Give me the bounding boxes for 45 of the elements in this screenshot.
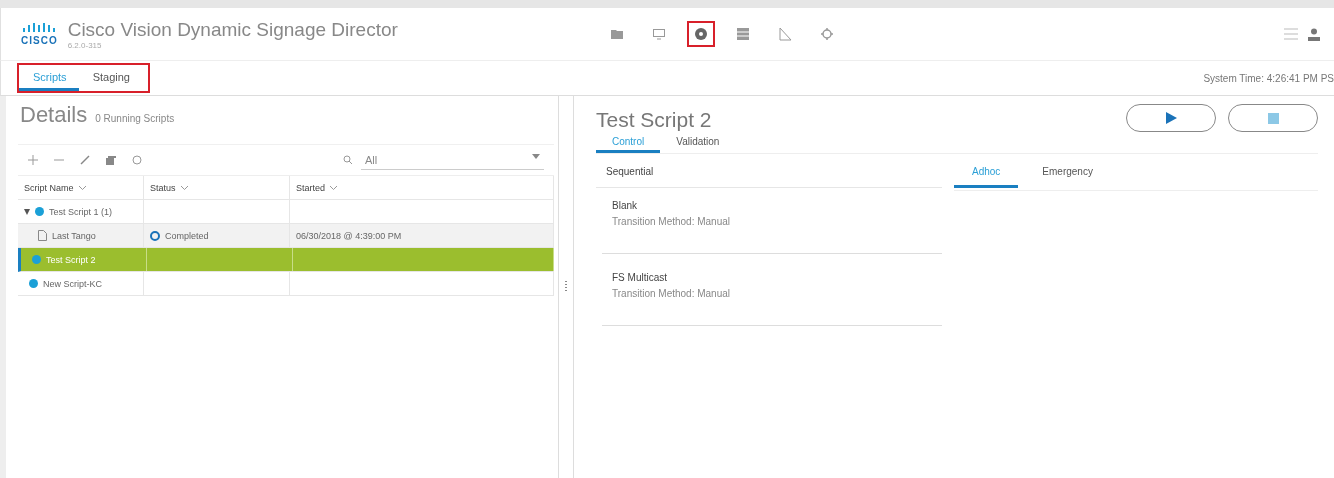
version-text: 6.2.0-315 xyxy=(67,40,103,50)
playlist-card[interactable]: FS Multicast Transition Method: Manual xyxy=(602,260,942,326)
playlist-card[interactable]: Blank Transition Method: Manual xyxy=(602,188,942,254)
chevron-icon xyxy=(180,185,188,190)
script-title: Test Script 2 xyxy=(596,108,712,132)
refresh-icon[interactable] xyxy=(132,155,142,165)
script-name: Test Script 2 xyxy=(46,254,96,265)
tab[interactable]: Staging xyxy=(78,65,142,91)
table-row[interactable]: Last Tango Completed 06/30/2018 @ 4:39:00 PM xyxy=(18,224,554,248)
running-count: 0 Running Scripts xyxy=(95,113,175,124)
script-name: New Script-KC xyxy=(43,278,102,289)
app-title: Cisco Vision Dynamic Signage Director xyxy=(67,18,398,41)
system-time: System Time: 4:26:41 PM PS xyxy=(1203,72,1334,84)
filter-dropdown[interactable]: All xyxy=(361,150,544,170)
expand-toggle-icon[interactable] xyxy=(24,208,30,215)
column-header[interactable]: Script Name xyxy=(18,176,144,199)
resize-handle[interactable] xyxy=(565,281,567,293)
table-row[interactable]: Test Script 1 (1) xyxy=(18,200,554,224)
logo-text: CISCO xyxy=(21,34,58,46)
column-header[interactable]: Status xyxy=(144,176,290,199)
file-icon xyxy=(38,230,47,241)
script-name: Last Tango xyxy=(52,230,96,241)
user-icon[interactable] xyxy=(1308,27,1320,41)
chevron-icon xyxy=(78,185,86,190)
table-row[interactable]: New Script-KC xyxy=(18,272,554,296)
section-label: Sequential xyxy=(596,154,942,188)
copy-icon[interactable] xyxy=(106,155,116,165)
tab[interactable]: Validation xyxy=(660,132,736,153)
stop-icon xyxy=(1267,112,1279,124)
add-icon[interactable] xyxy=(28,155,38,165)
search-icon xyxy=(343,155,353,165)
pencil-icon[interactable] xyxy=(80,155,90,165)
column-header[interactable]: Started xyxy=(290,176,554,199)
caret-icon xyxy=(532,153,540,159)
status-text: Completed xyxy=(165,230,209,241)
completed-icon xyxy=(150,230,160,241)
details-title: Details xyxy=(20,102,88,128)
script-name: Test Script 1 (1) xyxy=(49,206,113,217)
logo-bars-icon xyxy=(22,22,57,33)
started-time: 06/30/2018 @ 4:39:00 PM xyxy=(296,230,402,241)
play-button[interactable] xyxy=(1126,104,1216,132)
play-icon xyxy=(1165,112,1177,124)
tab[interactable]: Emergency xyxy=(1024,162,1111,188)
chevron-icon xyxy=(330,185,338,190)
stop-button[interactable] xyxy=(1228,104,1318,132)
